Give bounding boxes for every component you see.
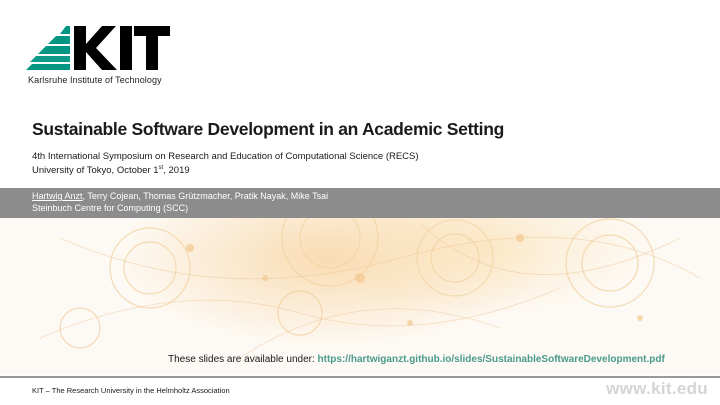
event-line: 4th International Symposium on Research … — [32, 151, 419, 162]
footer-divider — [0, 376, 720, 378]
footer-tagline: KIT – The Research University in the Hel… — [32, 386, 230, 395]
slides-link[interactable]: https://hartwiganzt.github.io/slides/Sus… — [318, 354, 665, 365]
affiliation: Steinbuch Centre for Computing (SCC) — [32, 203, 189, 213]
venue-date-line: University of Tokyo, October 1st, 2019 — [32, 165, 190, 177]
kit-logo-icon — [26, 26, 170, 70]
footer: KIT – The Research University in the Hel… — [0, 376, 720, 405]
background-art — [0, 218, 720, 375]
logo-subtitle: Karlsruhe Institute of Technology — [28, 75, 162, 85]
authors-bar: Hartwig Anzt, Terry Cojean, Thomas Grütz… — [0, 188, 720, 218]
kit-logo: Karlsruhe Institute of Technology — [26, 24, 176, 88]
footer-website: www.kit.edu — [606, 379, 708, 398]
slide-title: Sustainable Software Development in an A… — [32, 119, 504, 139]
authors-line: Hartwig Anzt, Terry Cojean, Thomas Grütz… — [32, 190, 328, 202]
title-slide: Karlsruhe Institute of Technology Sustai… — [0, 0, 720, 405]
presenter-name: Hartwig Anzt — [32, 191, 83, 201]
coauthors: , Terry Cojean, Thomas Grützmacher, Prat… — [82, 191, 329, 201]
slides-availability-note: These slides are available under: https:… — [168, 354, 665, 365]
